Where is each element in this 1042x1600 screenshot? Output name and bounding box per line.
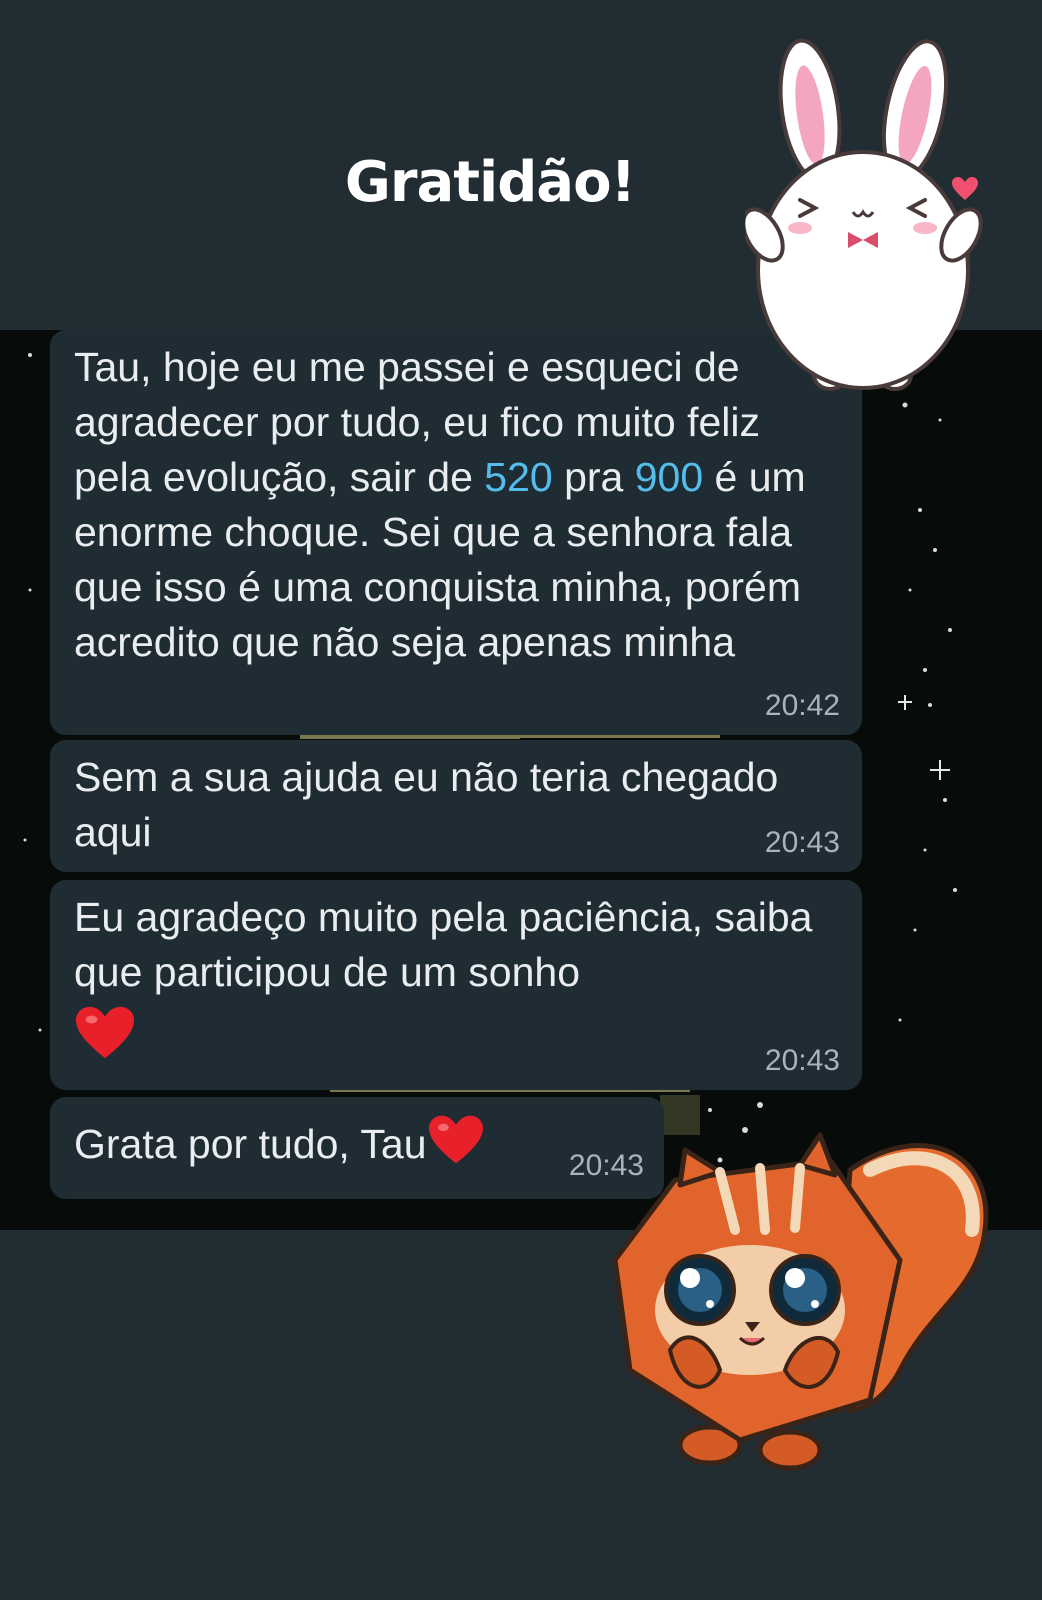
message-text: Grata por tudo, Tau xyxy=(74,1121,427,1167)
message-bubble[interactable]: Tau, hoje eu me passei e esqueci de agra… xyxy=(50,330,862,735)
red-heart-icon xyxy=(76,1006,134,1059)
bunny-sticker xyxy=(745,38,983,391)
message-text: Sem a sua ajuda eu não teria chegado aqu… xyxy=(74,754,779,855)
message-text: Eu agradeço muito pela paciência, saiba … xyxy=(74,894,813,995)
message-timestamp: 20:43 xyxy=(764,826,840,859)
message-bubble[interactable]: Eu agradeço muito pela paciência, saiba … xyxy=(50,880,862,1090)
message-text: Tau, hoje eu me passei e esqueci de agra… xyxy=(74,344,806,665)
red-heart-icon xyxy=(428,1115,483,1164)
message-bubble[interactable]: Sem a sua ajuda eu não teria chegado aqu… xyxy=(50,740,862,872)
number-900[interactable]: 900 xyxy=(635,454,703,500)
message-timestamp: 20:43 xyxy=(764,1044,840,1077)
squirrel-sticker xyxy=(612,1132,989,1471)
number-520[interactable]: 520 xyxy=(484,454,552,500)
chat-area[interactable]: Tau, hoje eu me passei e esqueci de agra… xyxy=(0,330,1042,1230)
message-timestamp: 20:42 xyxy=(764,689,840,722)
message-bubble[interactable]: Grata por tudo, Tau 20:43 xyxy=(50,1097,664,1199)
